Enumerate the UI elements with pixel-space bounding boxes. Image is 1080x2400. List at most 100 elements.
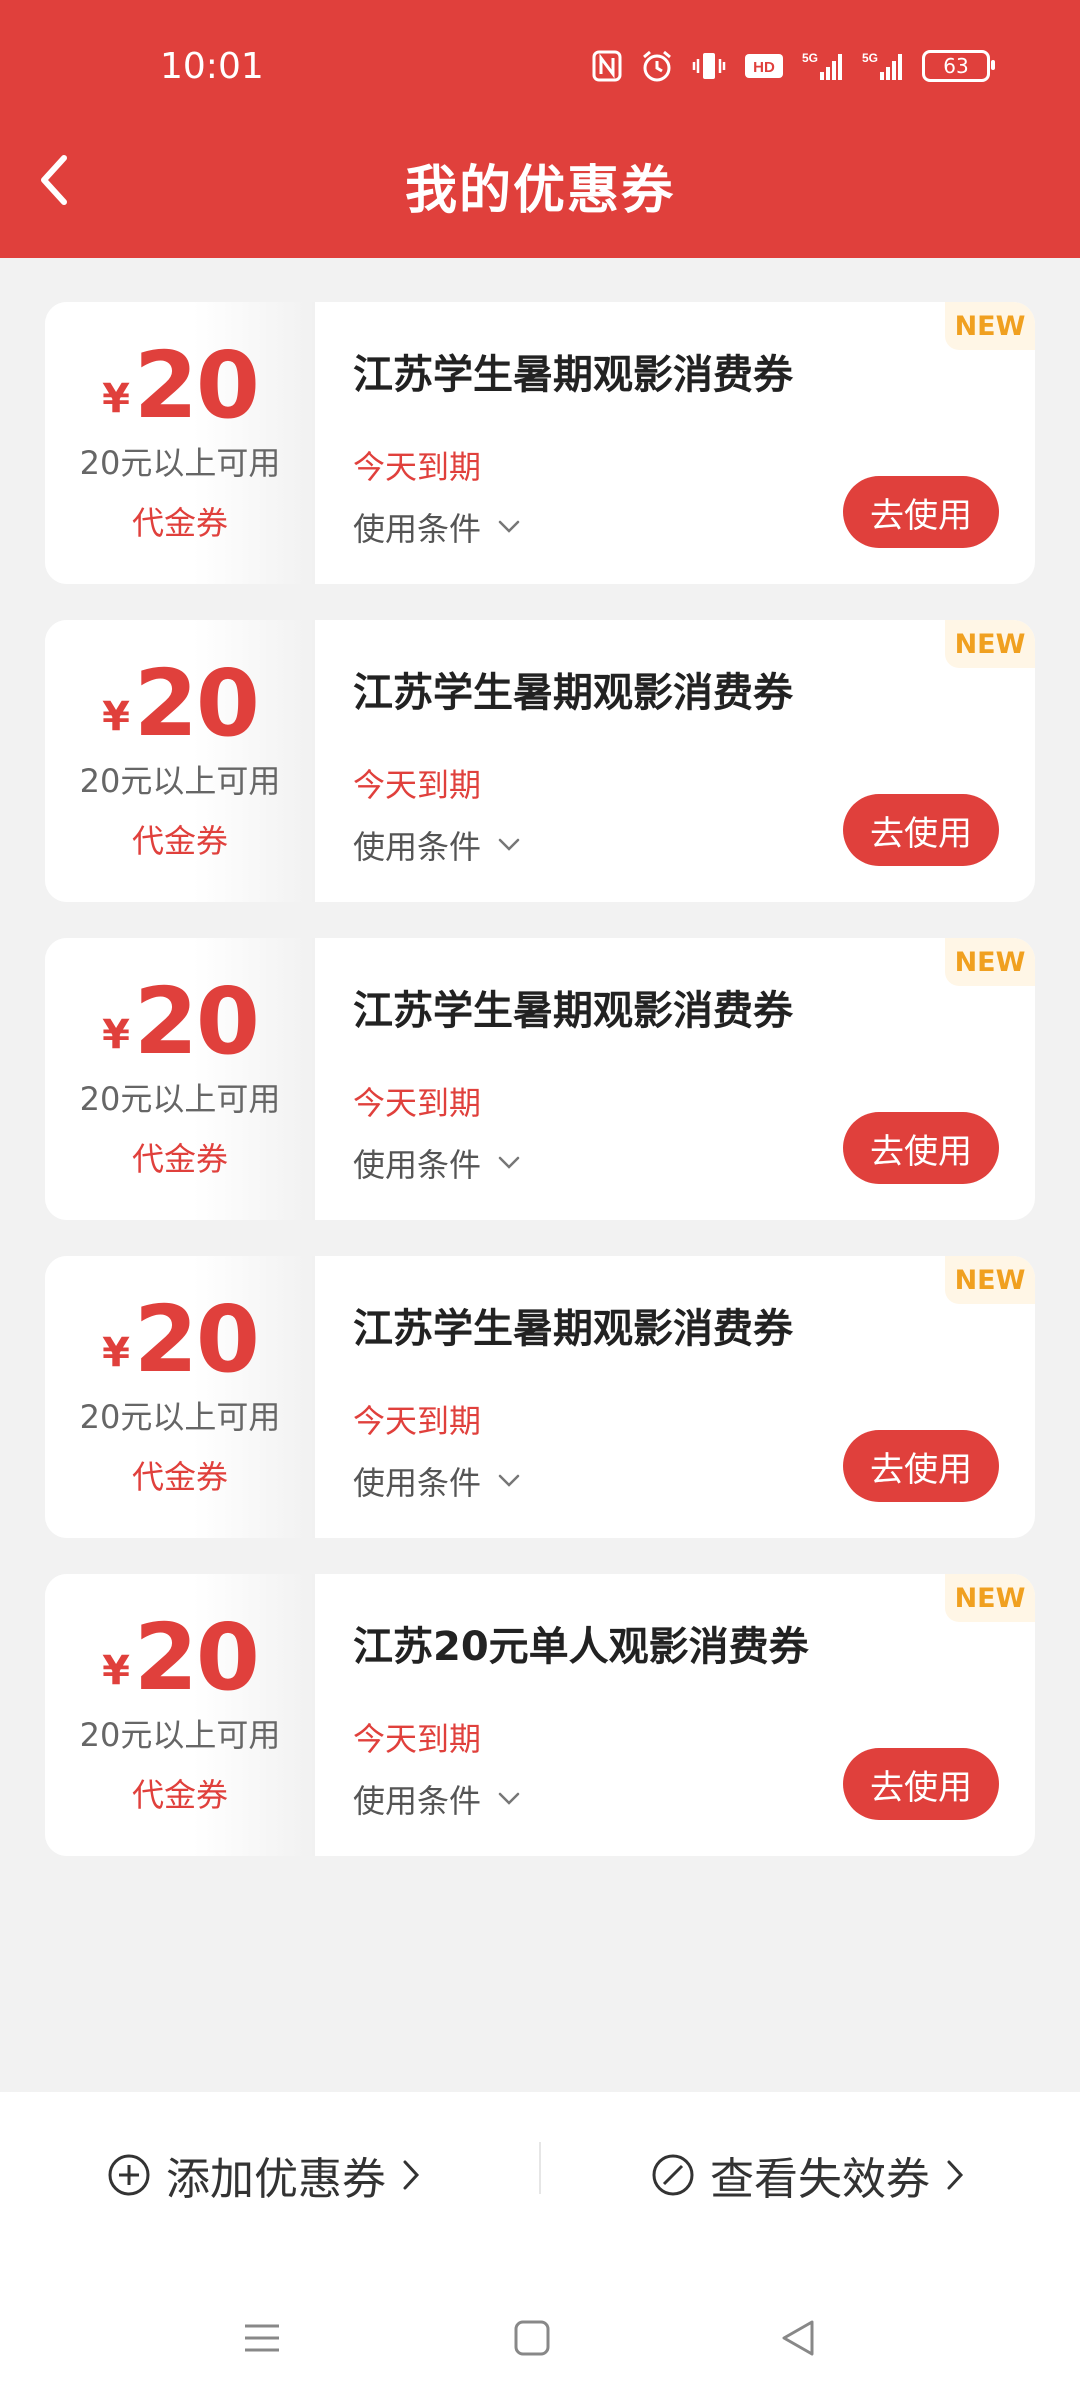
coupon-value-panel: ¥ 20 20元以上可用 代金券 (45, 620, 315, 902)
divider (539, 2142, 541, 2194)
coupon-amount-row: ¥ 20 (102, 332, 260, 439)
conditions-toggle[interactable]: 使用条件 (353, 1458, 521, 1504)
coupon-card: ¥ 20 20元以上可用 代金券 NEW 江苏学生暑期观影消费券 今天到期 使用… (45, 620, 1035, 902)
coupon-info-panel: NEW 江苏学生暑期观影消费券 今天到期 使用条件 去使用 (315, 1256, 1035, 1538)
battery-icon: 63 (922, 50, 995, 82)
coupon-card: ¥ 20 20元以上可用 代金券 NEW 江苏学生暑期观影消费券 今天到期 使用… (45, 1256, 1035, 1538)
forbidden-circle-icon (652, 2154, 694, 2196)
page-title: 我的优惠券 (404, 161, 675, 221)
coupon-value-panel: ¥ 20 20元以上可用 代金券 (45, 938, 315, 1220)
conditions-toggle[interactable]: 使用条件 (353, 822, 521, 868)
use-coupon-button[interactable]: 去使用 (843, 476, 999, 548)
coupon-info-panel: NEW 江苏学生暑期观影消费券 今天到期 使用条件 去使用 (315, 938, 1035, 1220)
coupon-card: ¥ 20 20元以上可用 代金券 NEW 江苏学生暑期观影消费券 今天到期 使用… (45, 938, 1035, 1220)
coupon-type: 代金券 (131, 1140, 228, 1178)
coupon-amount: 20 (133, 650, 260, 757)
new-badge: NEW (945, 1574, 1035, 1622)
status-time: 10:01 (160, 46, 264, 87)
coupon-title: 江苏学生暑期观影消费券 (353, 988, 793, 1034)
signal-5g-icon: 5G (862, 50, 904, 82)
coupon-info-panel: NEW 江苏学生暑期观影消费券 今天到期 使用条件 去使用 (315, 302, 1035, 584)
chevron-down-icon (498, 520, 520, 533)
chevron-down-icon (498, 1474, 520, 1487)
conditions-label: 使用条件 (353, 1146, 482, 1184)
coupon-list: ¥ 20 20元以上可用 代金券 NEW 江苏学生暑期观影消费券 今天到期 使用… (45, 302, 1035, 1892)
battery-level: 63 (943, 54, 969, 78)
min-spend-text: 20元以上可用 (79, 444, 281, 482)
coupon-amount-row: ¥ 20 (102, 1286, 260, 1393)
coupon-title: 江苏学生暑期观影消费券 (353, 1306, 793, 1352)
vibrate-icon (692, 49, 726, 83)
header: 10:01 HD 5G 5G 63 我的优惠券 (0, 0, 1080, 258)
view-invalid-coupons-button[interactable]: 查看失效券 (650, 2140, 966, 2210)
svg-text:5G: 5G (802, 51, 818, 65)
coupon-amount-row: ¥ 20 (102, 968, 260, 1075)
nfc-icon (592, 50, 622, 82)
coupon-value-panel: ¥ 20 20元以上可用 代金券 (45, 1574, 315, 1856)
use-coupon-button[interactable]: 去使用 (843, 1112, 999, 1184)
coupon-card: ¥ 20 20元以上可用 代金券 NEW 江苏20元单人观影消费券 今天到期 使… (45, 1574, 1035, 1856)
min-spend-text: 20元以上可用 (79, 762, 281, 800)
new-badge: NEW (945, 1256, 1035, 1304)
coupon-type: 代金券 (131, 504, 228, 542)
coupon-title: 江苏20元单人观影消费券 (353, 1624, 809, 1670)
currency-symbol: ¥ (102, 1648, 130, 1694)
use-coupon-button[interactable]: 去使用 (843, 1430, 999, 1502)
conditions-toggle[interactable]: 使用条件 (353, 504, 521, 550)
bottom-bar: 添加优惠券 查看失效券 (0, 2092, 1080, 2400)
coupon-amount: 20 (133, 1286, 260, 1393)
expiry-text: 今天到期 (353, 1720, 482, 1758)
hd-icon: HD (744, 51, 784, 81)
coupon-amount-row: ¥ 20 (102, 1604, 260, 1711)
chevron-down-icon (498, 838, 520, 851)
chevron-down-icon (498, 1792, 520, 1805)
new-badge: NEW (945, 620, 1035, 668)
conditions-toggle[interactable]: 使用条件 (353, 1140, 521, 1186)
currency-symbol: ¥ (102, 1012, 130, 1058)
currency-symbol: ¥ (102, 376, 130, 422)
coupon-amount: 20 (133, 968, 260, 1075)
conditions-label: 使用条件 (353, 510, 482, 548)
expiry-text: 今天到期 (353, 448, 482, 486)
coupon-value-panel: ¥ 20 20元以上可用 代金券 (45, 1256, 315, 1538)
conditions-toggle[interactable]: 使用条件 (353, 1776, 521, 1822)
coupon-amount: 20 (133, 1604, 260, 1711)
expiry-text: 今天到期 (353, 766, 482, 804)
chevron-right-icon (947, 2160, 964, 2190)
min-spend-text: 20元以上可用 (79, 1080, 281, 1118)
min-spend-text: 20元以上可用 (79, 1716, 281, 1754)
coupon-type: 代金券 (131, 1776, 228, 1814)
coupon-value-panel: ¥ 20 20元以上可用 代金券 (45, 302, 315, 584)
home-icon[interactable] (502, 2308, 562, 2368)
signal-5g-icon: 5G (802, 50, 844, 82)
coupon-info-panel: NEW 江苏20元单人观影消费券 今天到期 使用条件 去使用 (315, 1574, 1035, 1856)
svg-text:HD: HD (753, 59, 775, 76)
plus-circle-icon (108, 2154, 150, 2196)
currency-symbol: ¥ (102, 694, 130, 740)
add-coupon-label: 添加优惠券 (166, 2154, 386, 2205)
menu-icon[interactable] (232, 2308, 292, 2368)
coupon-type: 代金券 (131, 1458, 228, 1496)
status-icons: HD 5G 5G 63 (592, 46, 995, 86)
system-nav-bar (0, 2290, 1080, 2380)
coupon-card: ¥ 20 20元以上可用 代金券 NEW 江苏学生暑期观影消费券 今天到期 使用… (45, 302, 1035, 584)
chevron-right-icon (403, 2160, 420, 2190)
coupon-amount: 20 (133, 332, 260, 439)
back-icon[interactable] (768, 2308, 828, 2368)
chevron-down-icon (498, 1156, 520, 1169)
coupon-info-panel: NEW 江苏学生暑期观影消费券 今天到期 使用条件 去使用 (315, 620, 1035, 902)
alarm-icon (640, 49, 674, 83)
use-coupon-button[interactable]: 去使用 (843, 1748, 999, 1820)
coupon-type: 代金券 (131, 822, 228, 860)
min-spend-text: 20元以上可用 (79, 1398, 281, 1436)
new-badge: NEW (945, 938, 1035, 986)
new-badge: NEW (945, 302, 1035, 350)
conditions-label: 使用条件 (353, 1464, 482, 1502)
expiry-text: 今天到期 (353, 1402, 482, 1440)
coupon-title: 江苏学生暑期观影消费券 (353, 670, 793, 716)
conditions-label: 使用条件 (353, 828, 482, 866)
expiry-text: 今天到期 (353, 1084, 482, 1122)
view-invalid-label: 查看失效券 (710, 2154, 930, 2205)
use-coupon-button[interactable]: 去使用 (843, 794, 999, 866)
add-coupon-button[interactable]: 添加优惠券 (106, 2140, 422, 2210)
